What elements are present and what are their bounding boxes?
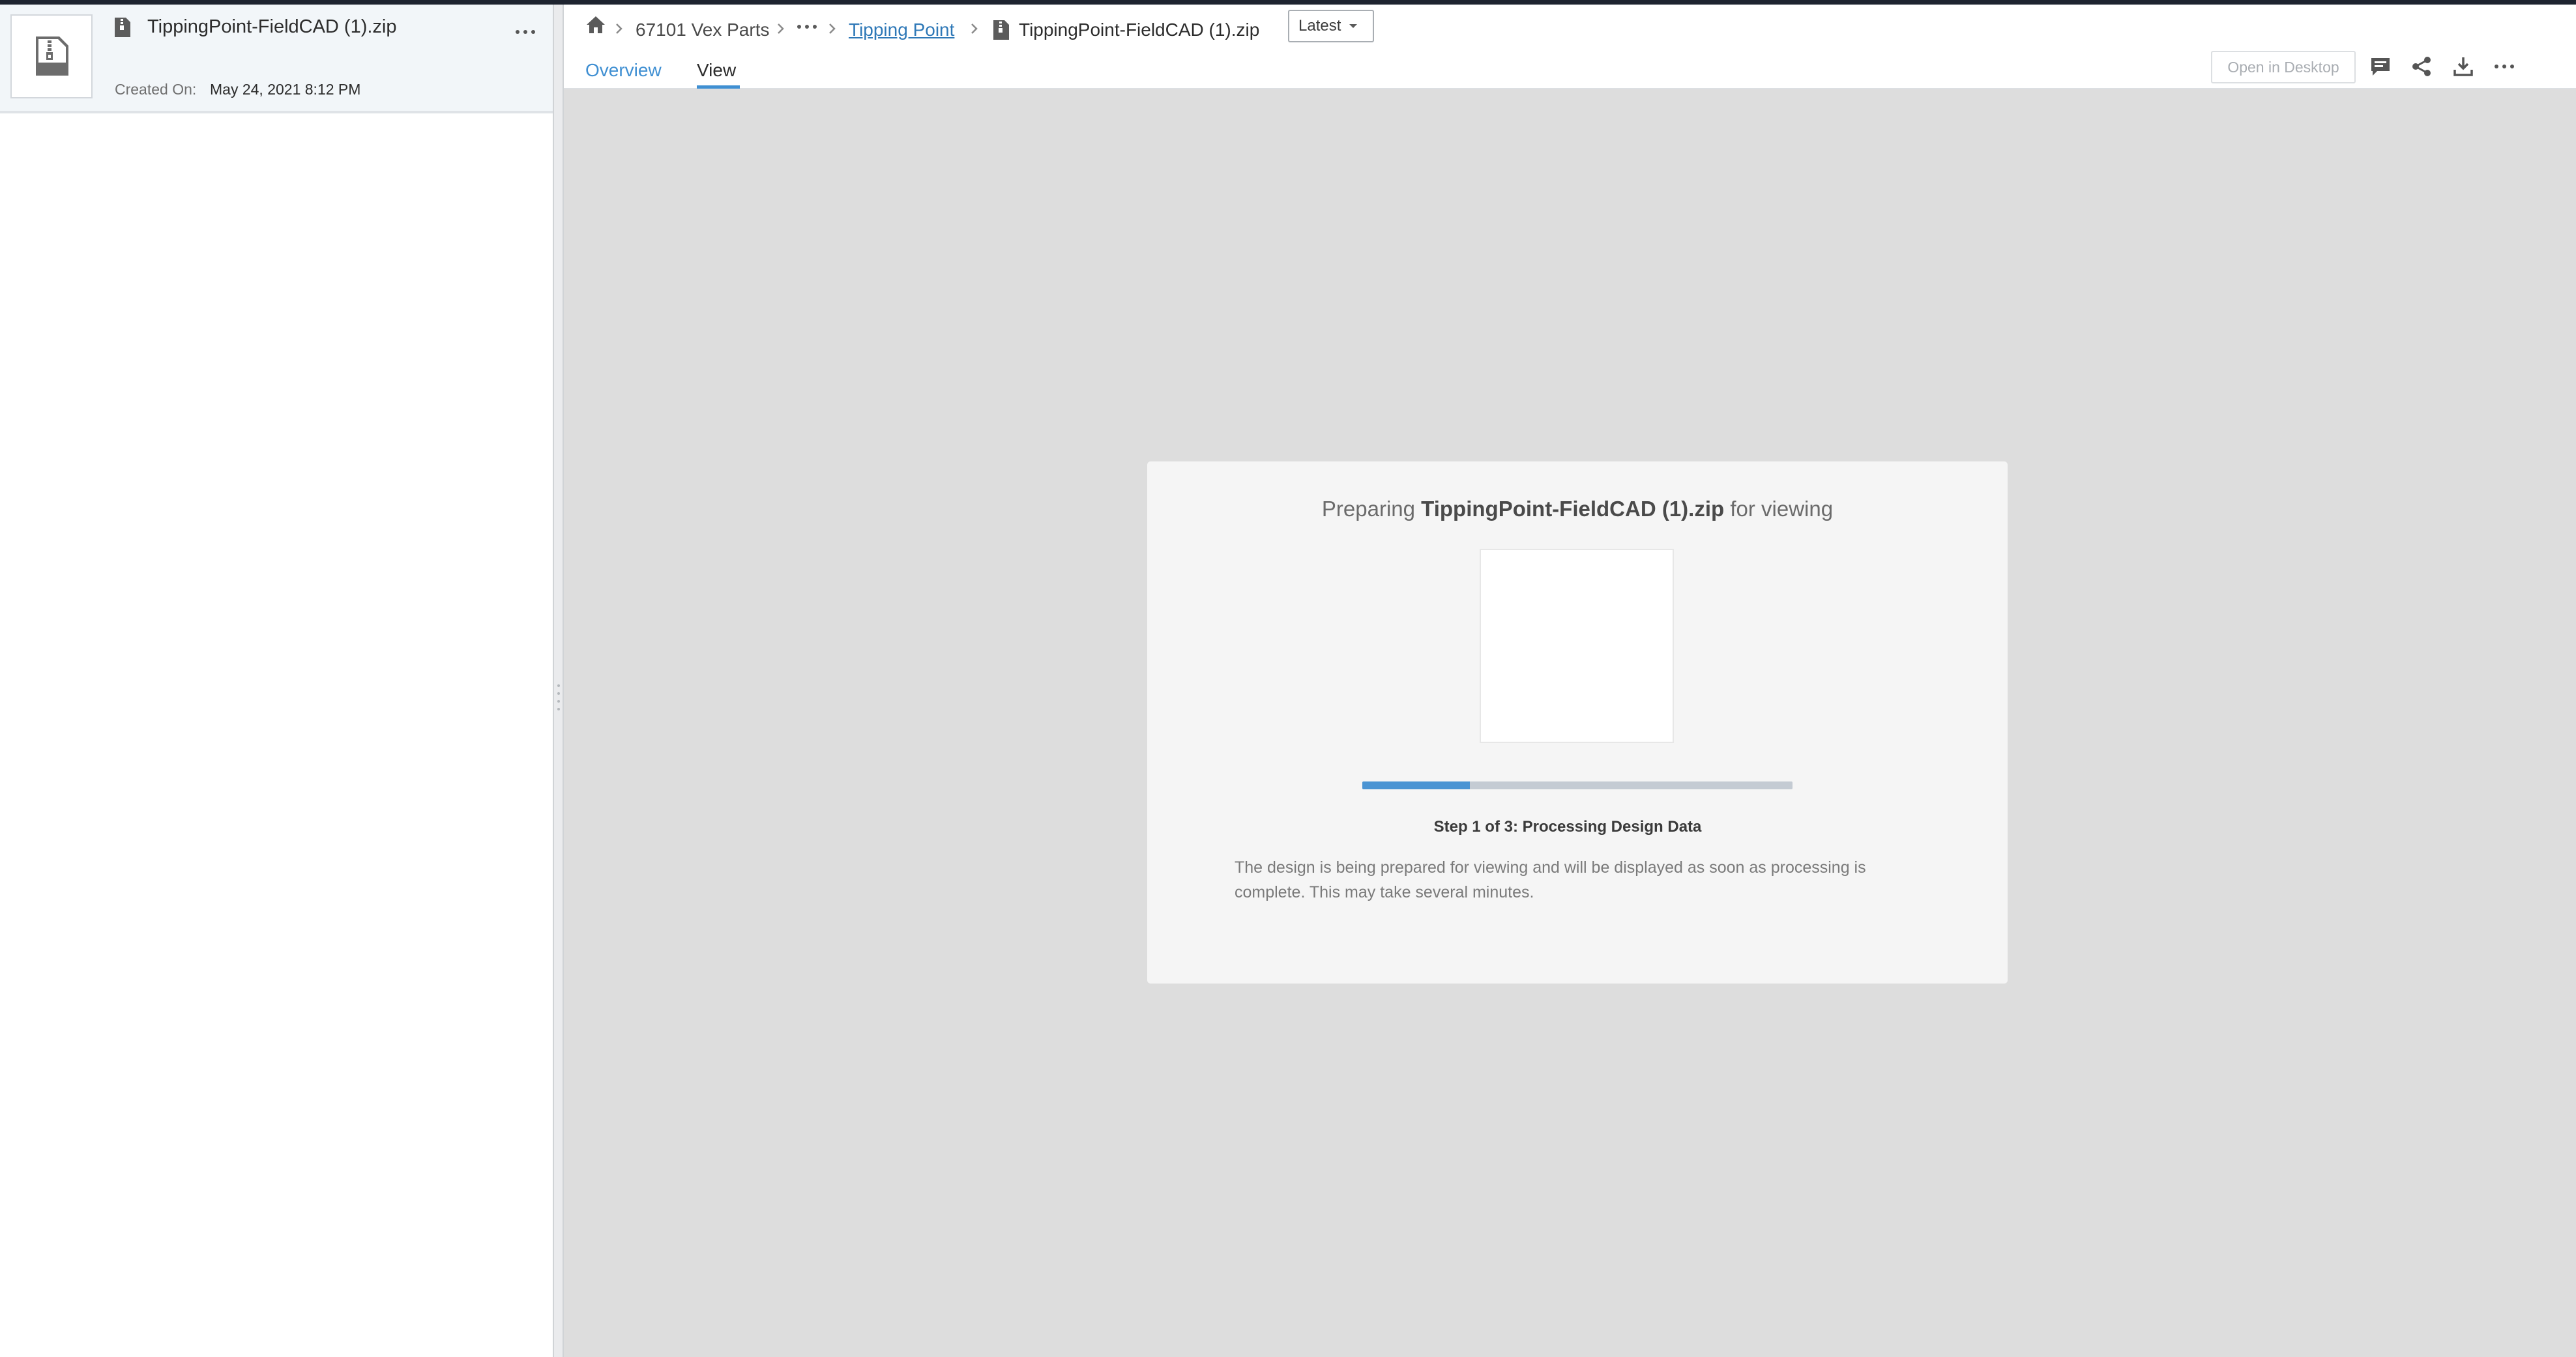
file-name[interactable]: TippingPoint-FieldCAD (1).zip [147,16,397,38]
breadcrumb-folder-link[interactable]: Tipping Point [849,14,954,46]
processing-dialog: Preparing TippingPoint-FieldCAD (1).zip … [1147,461,2008,984]
progress-bar-fill [1362,781,1470,789]
progress-bar [1362,781,1793,789]
created-on-value: May 24, 2021 8:12 PM [210,81,361,98]
zip-file-icon [115,18,130,37]
chevron-down-icon [1349,24,1358,28]
viewer-area: Preparing TippingPoint-FieldCAD (1).zip … [564,89,2576,1357]
file-card[interactable]: TippingPoint-FieldCAD (1).zip Created On… [0,5,553,113]
ellipsis-icon[interactable] [796,20,818,33]
processing-title: Preparing TippingPoint-FieldCAD (1).zip … [1147,497,2008,521]
active-tab-indicator [697,85,740,89]
zip-file-icon [33,35,71,77]
more-options-icon[interactable] [512,19,538,38]
tab-view[interactable]: View [697,60,736,81]
more-options-icon[interactable] [2493,62,2515,71]
chevron-right-icon [616,23,622,34]
open-in-desktop-button[interactable]: Open in Desktop [2211,51,2356,83]
download-icon[interactable] [2452,55,2474,78]
chevron-right-icon [971,23,978,34]
top-bar [0,0,2576,5]
chevron-right-icon [778,23,784,34]
breadcrumb-current-file: TippingPoint-FieldCAD (1).zip [1019,20,1260,40]
version-selected: Latest [1298,17,1341,35]
file-thumbnail[interactable] [10,14,93,98]
title-prefix: Preparing [1321,497,1415,521]
panel-resize-divider[interactable] [553,5,564,1357]
chevron-right-icon [829,23,836,34]
tab-overview[interactable]: Overview [585,60,662,81]
comment-icon[interactable] [2369,55,2392,78]
zip-file-icon [993,20,1009,40]
resize-grip-icon[interactable] [557,684,561,718]
title-suffix: for viewing [1730,497,1834,521]
home-icon[interactable] [585,15,606,35]
share-icon[interactable] [2410,55,2433,78]
version-dropdown[interactable]: Latest [1288,10,1374,42]
file-list-panel: TippingPoint-FieldCAD (1).zip Created On… [0,5,553,1357]
created-on-label: Created On: [115,81,197,98]
design-preview-placeholder [1480,549,1674,743]
breadcrumb-project[interactable]: 67101 Vex Parts [636,14,769,46]
title-file-name: TippingPoint-FieldCAD (1).zip [1421,497,1725,521]
header: 67101 Vex Parts Tipping Point TippingPoi… [564,5,2576,89]
step-status: Step 1 of 3: Processing Design Data [1433,818,1702,836]
processing-description: The design is being prepared for viewing… [1235,858,1866,901]
